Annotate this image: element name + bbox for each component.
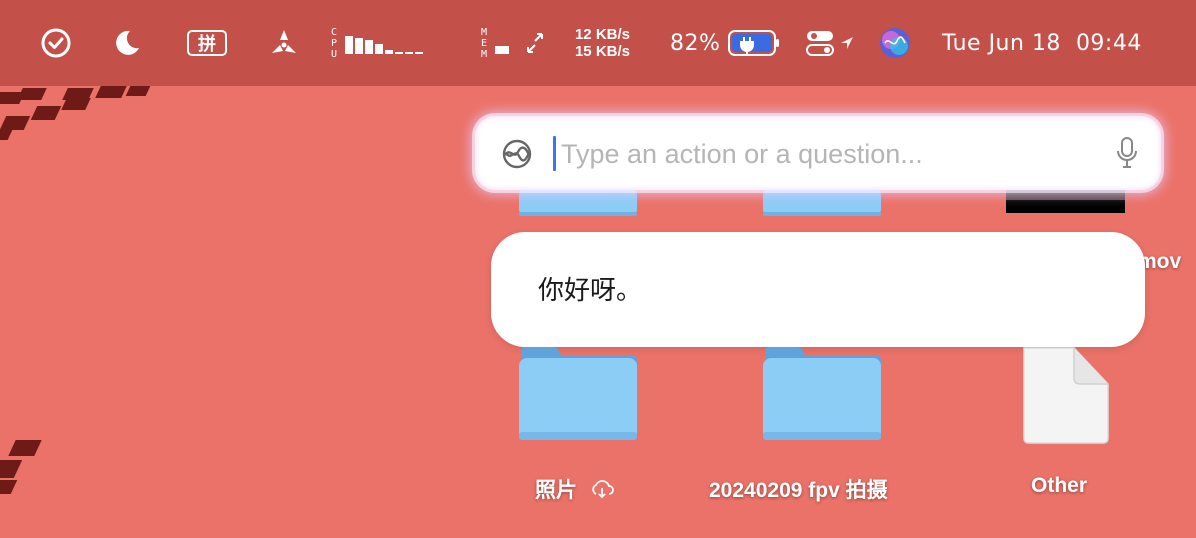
folder-hidden-2[interactable] [763,188,883,218]
video-thumbnail[interactable] [1006,188,1125,213]
document-icon [1023,347,1109,444]
cpu-label: CPU [331,26,338,60]
net-up-rate: 12 KB/s [574,26,630,43]
fan-icon[interactable] [267,0,301,86]
menu-bar: 拼 CPU MEM 12 KB/s 15 KB/s 82% Tue Jun 18… [0,0,1196,86]
mem-meter-icon[interactable]: MEM [481,0,511,86]
pinyin-label: 拼 [187,30,227,56]
checkmark-circle-icon[interactable] [40,0,72,86]
siri-icon[interactable] [879,0,911,86]
pinyin-input-icon[interactable]: 拼 [187,0,227,86]
search-input[interactable] [559,132,1083,176]
cpu-meter-icon[interactable]: CPU [331,0,429,86]
net-down-rate: 15 KB/s [574,43,630,60]
file-other[interactable] [1020,346,1112,446]
folder-photos[interactable] [519,346,639,442]
text-caret [553,136,556,171]
folder-hidden-1[interactable] [519,188,639,218]
folder-icon [519,347,637,440]
network-speed: 12 KB/s 15 KB/s [556,0,630,86]
mem-label: MEM [481,26,488,60]
icloud-download-icon [592,480,614,499]
clock[interactable]: Tue Jun 18 09:44 [942,0,1142,86]
cpu-bars [345,36,424,54]
network-icon[interactable] [525,0,545,86]
date-text: Tue Jun 18 [942,30,1061,56]
microphone-icon[interactable] [1115,136,1139,174]
mem-bar [495,46,510,54]
response-text: 你好呀。 [538,276,643,306]
moon-icon[interactable] [112,0,142,86]
control-center-icon[interactable] [806,0,834,86]
time-text: 09:44 [1075,30,1142,56]
battery-percent: 82% [670,30,721,56]
desktop-item-label-fpv: 20240209 fpv 拍摄 [709,479,888,502]
folder-fpv[interactable] [763,346,883,442]
response-card: 你好呀。 [491,232,1145,347]
apple-intelligence-icon [501,138,533,174]
location-icon [839,0,855,86]
desktop-item-label-other: Other [1031,474,1088,497]
folder-icon [763,347,881,440]
desktop-item-label-photos: 照片 [535,474,615,504]
ai-search-bar [475,116,1161,190]
battery-icon[interactable] [728,0,780,86]
